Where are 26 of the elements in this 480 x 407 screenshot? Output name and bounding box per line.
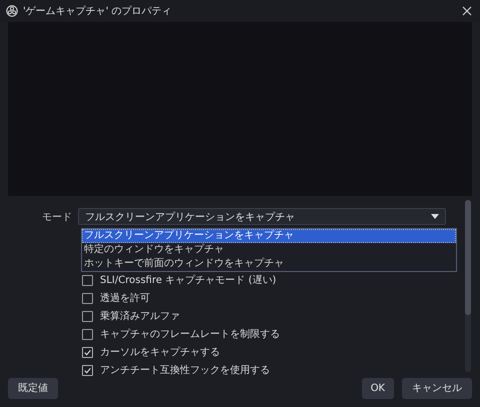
- defaults-button[interactable]: 既定値: [8, 378, 58, 398]
- ok-button[interactable]: OK: [362, 378, 394, 398]
- checkbox-label: 透過を許可: [100, 292, 150, 305]
- scrollbar-thumb[interactable]: [465, 200, 471, 315]
- mode-label: モード: [41, 210, 73, 224]
- dropdown-option[interactable]: ホットキーで前面のウィンドウをキャプチャ: [82, 257, 456, 271]
- checkbox-label: カーソルをキャプチャする: [100, 346, 220, 359]
- checkbox[interactable]: [82, 310, 93, 322]
- mode-dropdown[interactable]: フルスクリーンアプリケーションをキャプチャ: [78, 208, 446, 225]
- dropdown-option[interactable]: フルスクリーンアプリケーションをキャプチャ: [82, 229, 456, 243]
- checkbox-label: アンチチート互換性フックを使用する: [100, 364, 270, 377]
- dropdown-arrow-icon: [431, 214, 439, 219]
- close-icon[interactable]: [462, 6, 472, 16]
- checkbox-label: 乗算済みアルファ: [100, 310, 180, 323]
- app-logo-icon: [6, 5, 18, 17]
- checkbox[interactable]: [82, 274, 93, 286]
- checkbox-label: キャプチャのフレームレートを制限する: [100, 328, 280, 341]
- checkbox[interactable]: [82, 328, 93, 340]
- checkbox-label: SLI/Crossfire キャプチャモード (遅い): [100, 274, 276, 287]
- checkbox[interactable]: [82, 292, 93, 304]
- checkbox[interactable]: [82, 346, 93, 358]
- checkbox[interactable]: [82, 364, 93, 376]
- cancel-button[interactable]: キャンセル: [402, 378, 472, 398]
- dropdown-option[interactable]: 特定のウィンドウをキャプチャ: [82, 243, 456, 257]
- window-title: 'ゲームキャプチャ' のプロパティ: [23, 4, 173, 18]
- scrollbar[interactable]: [465, 200, 471, 372]
